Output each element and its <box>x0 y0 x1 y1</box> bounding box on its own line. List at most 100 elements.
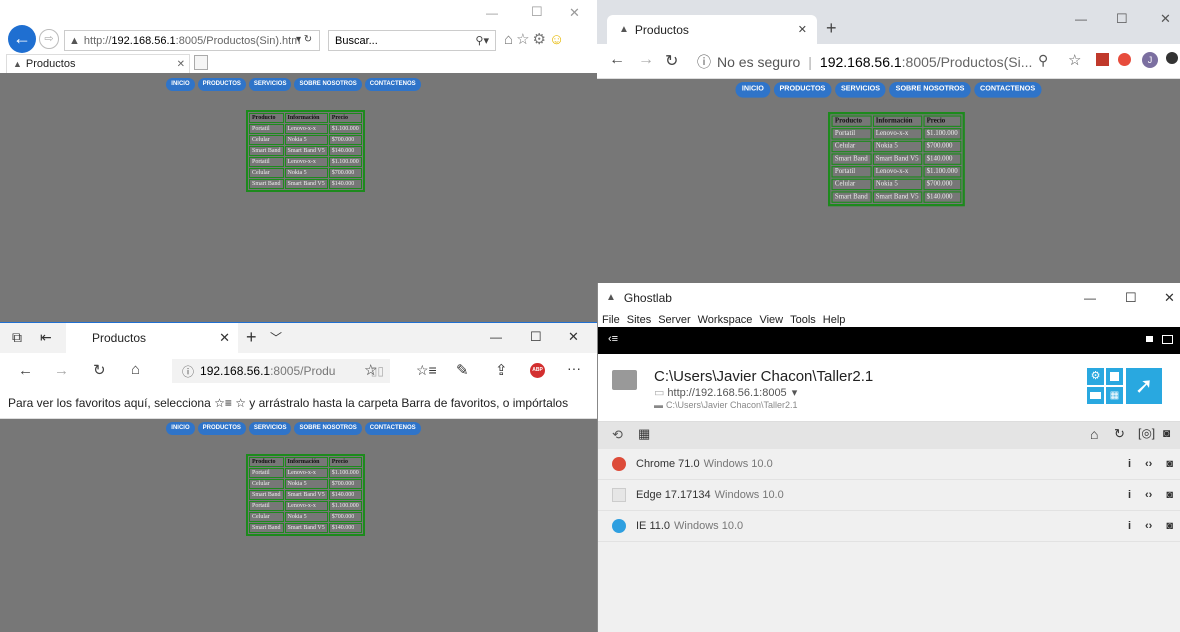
collapse-icon[interactable]: ‹≡ <box>608 333 618 345</box>
ghostlab-minimize-button[interactable]: — <box>1084 291 1096 305</box>
fullscreen-icon[interactable]: [◎] <box>1138 426 1155 440</box>
info-icon[interactable]: i <box>1128 520 1131 532</box>
chrome-back-button[interactable]: ← <box>609 51 625 69</box>
chrome-forward-button[interactable]: → <box>638 51 654 69</box>
settings-button[interactable]: ⚙ <box>1087 368 1104 385</box>
favorites-hub-icon[interactable]: ☆≡ <box>416 362 437 379</box>
window-icon[interactable] <box>1146 336 1153 342</box>
edge-refresh-button[interactable]: ↻ <box>93 361 106 379</box>
edge-tab[interactable]: Productos ✕ <box>66 323 238 353</box>
nav-link-sobre-nosotros[interactable]: SOBRE NOSOTROS <box>294 78 362 91</box>
menu-item-tools[interactable]: Tools <box>790 314 816 326</box>
bookmark-star-icon[interactable]: ☆ <box>1068 51 1081 69</box>
home-icon[interactable]: ⌂ <box>504 31 516 48</box>
menu-item-sites[interactable]: Sites <box>627 314 651 326</box>
edge-minimize-button[interactable]: — <box>490 330 502 344</box>
favorites-star-icon[interactable]: ☆ <box>516 31 532 48</box>
chrome-reload-button[interactable]: ↻ <box>665 51 678 71</box>
info-icon[interactable]: ⓘ <box>182 363 194 380</box>
code-icon[interactable]: ‹› <box>1145 489 1152 501</box>
extension-icon[interactable] <box>1118 53 1131 66</box>
nav-link-productos[interactable]: PRODUCTOS <box>197 422 246 435</box>
edge-tab-manager-icon[interactable]: ⧉ <box>12 329 22 346</box>
info-icon[interactable]: ⓘ <box>697 52 711 72</box>
menu-item-workspace[interactable]: Workspace <box>698 314 753 326</box>
chrome-minimize-button[interactable]: — <box>1075 12 1087 26</box>
ie-close-button[interactable]: ✕ <box>569 5 580 21</box>
ie-minimize-button[interactable]: — <box>486 6 498 20</box>
ie-maximize-button[interactable]: ☐ <box>531 4 543 20</box>
camera-icon[interactable]: ◙ <box>1166 489 1173 501</box>
server-url-select[interactable]: ▭ http://192.168.56.1:8005 ▾ <box>654 386 797 400</box>
view-button[interactable] <box>1106 368 1123 385</box>
chrome-avatar[interactable]: J <box>1142 52 1158 68</box>
nav-link-inicio[interactable]: INICIO <box>735 82 770 98</box>
camera-icon[interactable]: ◙ <box>1163 426 1170 440</box>
edge-close-button[interactable]: ✕ <box>568 329 579 345</box>
menu-item-help[interactable]: Help <box>823 314 846 326</box>
edge-set-aside-icon[interactable]: ⇤ <box>40 329 52 346</box>
nav-link-contactenos[interactable]: CONTACTENOS <box>364 422 421 435</box>
nav-link-servicios[interactable]: SERVICIOS <box>248 422 292 435</box>
chrome-close-button[interactable]: ✕ <box>1160 11 1171 27</box>
pdf-extension-icon[interactable] <box>1096 53 1109 66</box>
gear-icon[interactable]: ⚙ <box>533 31 549 48</box>
pen-icon[interactable]: ✎ <box>456 361 469 379</box>
home-icon[interactable]: ⌂ <box>1090 426 1098 442</box>
favorite-star-icon[interactable]: ☆ <box>364 361 377 379</box>
edge-new-tab-button[interactable]: + <box>246 327 257 348</box>
menu-item-view[interactable]: View <box>759 314 783 326</box>
qr-code-button[interactable]: ▦ <box>1106 387 1123 404</box>
ghostlab-maximize-button[interactable]: ☐ <box>1125 290 1137 306</box>
ie-address-bar[interactable]: ▲ http://192.168.56.1:8005/Productos(Sin… <box>64 30 320 51</box>
chrome-maximize-button[interactable]: ☐ <box>1116 11 1128 27</box>
grid-icon[interactable]: ▦ <box>638 426 650 442</box>
close-icon[interactable]: ✕ <box>798 23 807 36</box>
edge-back-button[interactable]: ← <box>18 362 33 379</box>
edge-address-bar[interactable]: ⓘ 192.168.56.1:8005/Produ ▯▯ <box>172 359 390 383</box>
menu-item-file[interactable]: File <box>602 314 620 326</box>
zoom-icon[interactable]: ⚲ <box>1038 52 1048 69</box>
nav-link-productos[interactable]: PRODUCTOS <box>197 78 246 91</box>
ie-new-tab-button[interactable] <box>194 55 208 70</box>
smiley-icon[interactable]: ☺ <box>549 31 567 48</box>
panel-icon[interactable] <box>1162 335 1173 344</box>
chrome-omnibox[interactable]: ⓘ No es seguro | 192.168.56.1:8005/Produ… <box>689 49 1033 75</box>
client-row[interactable]: Edge 17.17134 Windows 10.0 i ‹› ◙ <box>598 480 1180 511</box>
code-icon[interactable]: ‹› <box>1145 520 1152 532</box>
info-icon[interactable]: i <box>1128 489 1131 501</box>
camera-icon[interactable]: ◙ <box>1166 520 1173 532</box>
nav-link-inicio[interactable]: INICIO <box>166 422 195 435</box>
reload-icon[interactable]: ↻ <box>1114 426 1125 442</box>
close-icon[interactable]: ✕ <box>177 59 185 70</box>
nav-link-inicio[interactable]: INICIO <box>166 78 195 91</box>
code-icon[interactable]: ‹› <box>1145 458 1152 470</box>
menu-item-server[interactable]: Server <box>658 314 690 326</box>
edge-maximize-button[interactable]: ☐ <box>530 329 542 345</box>
nav-link-contactenos[interactable]: CONTACTENOS <box>974 82 1042 98</box>
nav-link-sobre-nosotros[interactable]: SOBRE NOSOTROS <box>889 82 971 98</box>
camera-icon[interactable]: ◙ <box>1166 458 1173 470</box>
client-row[interactable]: Chrome 71.0 Windows 10.0 i ‹› ◙ <box>598 449 1180 480</box>
nav-link-productos[interactable]: PRODUCTOS <box>773 82 832 98</box>
nav-link-sobre-nosotros[interactable]: SOBRE NOSOTROS <box>294 422 362 435</box>
more-icon[interactable]: ··· <box>567 360 581 376</box>
layout-button[interactable] <box>1087 387 1104 404</box>
close-icon[interactable]: ✕ <box>219 330 230 346</box>
ie-toolbar-icons[interactable]: ⌂☆⚙☺ <box>504 30 567 48</box>
nav-link-servicios[interactable]: SERVICIOS <box>834 82 887 98</box>
ghostlab-close-button[interactable]: ✕ <box>1164 290 1175 306</box>
info-icon[interactable]: i <box>1128 458 1131 470</box>
ie-tab[interactable]: ▲ Productos ✕ <box>6 54 190 73</box>
ie-search-field[interactable]: Buscar... ⚲▾ <box>328 30 496 51</box>
client-row[interactable]: IE 11.0 Windows 10.0 i ‹› ◙ <box>598 511 1180 542</box>
home-icon[interactable]: ⌂ <box>131 361 140 378</box>
menu-icon[interactable] <box>1166 52 1178 64</box>
nav-link-contactenos[interactable]: CONTACTENOS <box>364 78 421 91</box>
chrome-tab[interactable]: ▲ Productos ✕ <box>607 15 817 44</box>
nav-link-servicios[interactable]: SERVICIOS <box>248 78 292 91</box>
ie-dropdown-refresh[interactable]: ▾ ↻ <box>296 34 312 45</box>
sync-icon[interactable]: ⟲ <box>612 427 623 443</box>
launch-rocket-button[interactable]: ➚ <box>1126 368 1162 404</box>
chrome-new-tab-button[interactable]: + <box>826 18 837 39</box>
